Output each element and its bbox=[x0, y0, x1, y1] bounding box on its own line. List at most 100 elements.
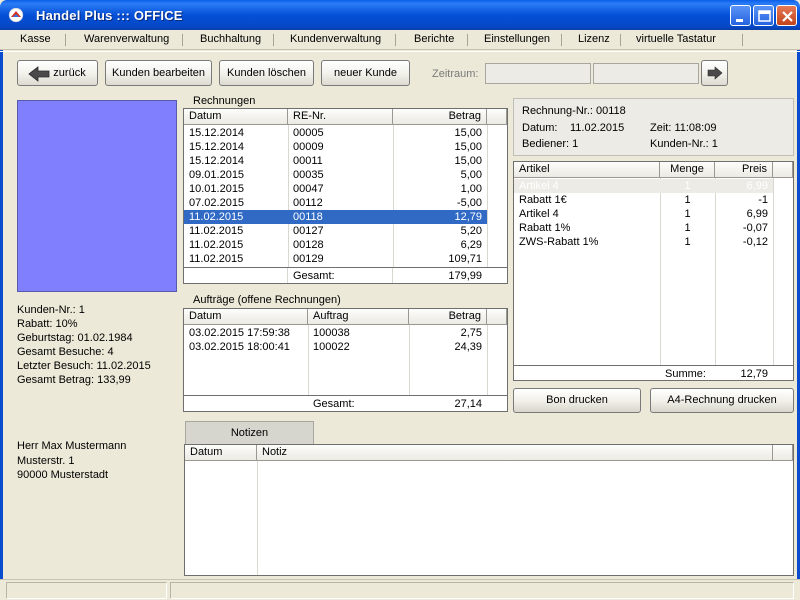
item-cell: 1 bbox=[684, 222, 691, 234]
item-cell: Rabatt 1€ bbox=[519, 194, 567, 206]
invoice-row[interactable]: 07.02.2015 00112 -5,00 bbox=[184, 196, 487, 210]
invoices-footer: Gesamt: 179,99 bbox=[184, 267, 507, 283]
invoice-row[interactable]: 11.02.2015 00129 109,71 bbox=[184, 252, 487, 266]
orders-total-label: Gesamt: bbox=[313, 398, 355, 410]
period-go-button[interactable] bbox=[701, 60, 728, 86]
invoice-cell: 00005 bbox=[293, 127, 324, 139]
menu-warenverwaltung[interactable]: Warenverwaltung bbox=[84, 33, 169, 45]
customer-number: Kunden-Nr.: 1 bbox=[17, 304, 85, 316]
order-row[interactable]: 03.02.2015 17:59:38 100038 2,75 bbox=[184, 326, 487, 340]
item-cell: -0,12 bbox=[742, 236, 768, 248]
orders-col-date[interactable]: Datum bbox=[184, 309, 308, 325]
item-cell: 1 bbox=[684, 194, 691, 206]
invoice-items-table[interactable]: Artikel Menge Preis Artikel 4 1 6,99 Rabatt… bbox=[513, 161, 794, 381]
tab-notes[interactable]: Notizen bbox=[185, 421, 314, 445]
column-divider bbox=[487, 125, 488, 283]
invoice-cell: 109,71 bbox=[448, 253, 482, 265]
item-cell: 6,99 bbox=[715, 179, 773, 193]
item-row[interactable]: Artikel 4 1 6,99 bbox=[514, 179, 773, 193]
items-header: Artikel Menge Preis bbox=[514, 162, 793, 178]
invoice-cell: 00128 bbox=[293, 239, 324, 251]
orders-table[interactable]: Datum Auftrag Betrag 03.02.2015 17:59:38… bbox=[183, 308, 508, 412]
invoice-detail-panel: Rechnung-Nr.: 00118 Datum: 11.02.2015 Ze… bbox=[513, 98, 794, 156]
invoice-cell: 15,00 bbox=[454, 127, 482, 139]
menu-buchhaltung[interactable]: Buchhaltung bbox=[200, 33, 261, 45]
column-divider bbox=[487, 325, 488, 397]
invoice-row[interactable]: 15.12.2014 00005 15,00 bbox=[184, 126, 487, 140]
invoice-time: Zeit: 11:08:09 bbox=[650, 122, 717, 134]
item-row[interactable]: Rabatt 1% 1 -0,07 bbox=[514, 221, 773, 235]
back-button[interactable]: zurück bbox=[17, 60, 98, 86]
delete-customer-button[interactable]: Kunden löschen bbox=[219, 60, 314, 86]
order-cell: 24,39 bbox=[454, 341, 482, 353]
items-col-price[interactable]: Preis bbox=[715, 162, 773, 178]
order-row[interactable]: 03.02.2015 18:00:41 100022 24,39 bbox=[184, 340, 487, 354]
orders-col-order[interactable]: Auftrag bbox=[308, 309, 409, 325]
orders-footer: Gesamt: 27,14 bbox=[184, 395, 507, 411]
print-receipt-button[interactable]: Bon drucken bbox=[513, 388, 641, 413]
invoices-total-label: Gesamt: bbox=[288, 268, 393, 283]
invoices-col-number[interactable]: RE-Nr. bbox=[288, 109, 393, 125]
period-to-field[interactable] bbox=[593, 63, 699, 84]
menu-separator bbox=[561, 34, 562, 46]
menu-separator bbox=[620, 34, 621, 46]
print-a4-invoice-button[interactable]: A4-Rechnung drucken bbox=[650, 388, 794, 413]
item-row[interactable]: Rabatt 1€ 1 -1 bbox=[514, 193, 773, 207]
notes-col-date[interactable]: Datum bbox=[185, 445, 257, 461]
menu-separator bbox=[273, 34, 274, 46]
invoice-cell: 00035 bbox=[293, 169, 324, 181]
notes-col-filler bbox=[773, 445, 793, 461]
customer-visits: Gesamt Besuche: 4 bbox=[17, 346, 114, 358]
invoice-number: Rechnung-Nr.: 00118 bbox=[522, 105, 626, 117]
invoice-cell: 10.01.2015 bbox=[189, 183, 245, 195]
item-cell: -1 bbox=[758, 194, 768, 206]
invoice-cell: 11.02.2015 bbox=[184, 210, 288, 224]
notes-table[interactable]: Datum Notiz bbox=[184, 444, 794, 576]
maximize-button[interactable] bbox=[753, 5, 774, 26]
period-from-field[interactable] bbox=[485, 63, 591, 84]
invoice-row[interactable]: 09.01.2015 00035 5,00 bbox=[184, 168, 487, 182]
menu-einstellungen[interactable]: Einstellungen bbox=[484, 33, 550, 45]
orders-col-amount[interactable]: Betrag bbox=[409, 309, 487, 325]
invoices-col-date[interactable]: Datum bbox=[184, 109, 288, 125]
close-button[interactable] bbox=[776, 5, 797, 26]
notes-col-note[interactable]: Notiz bbox=[257, 445, 773, 461]
invoice-cell: 12,79 bbox=[393, 210, 487, 224]
invoices-col-amount[interactable]: Betrag bbox=[393, 109, 487, 125]
minimize-button[interactable] bbox=[730, 5, 751, 26]
menu-kasse[interactable]: Kasse bbox=[20, 33, 51, 45]
items-sum-value: 12,79 bbox=[740, 368, 768, 380]
footer-spacer bbox=[184, 268, 288, 283]
items-col-quantity[interactable]: Menge bbox=[660, 162, 715, 178]
invoice-cell: 11.02.2015 bbox=[189, 253, 244, 265]
invoice-cell: 11.02.2015 bbox=[189, 239, 244, 251]
invoice-row[interactable]: 15.12.2014 00011 15,00 bbox=[184, 154, 487, 168]
invoice-cell: 00127 bbox=[293, 225, 324, 237]
invoices-table[interactable]: Datum RE-Nr. Betrag 15.12.2014 00005 15,00… bbox=[183, 108, 508, 284]
invoice-cell: 15.12.2014 bbox=[189, 155, 245, 167]
item-row[interactable]: Artikel 4 1 6,99 bbox=[514, 207, 773, 221]
new-customer-button[interactable]: neuer Kunde bbox=[321, 60, 410, 86]
invoice-cell: 00011 bbox=[293, 155, 323, 167]
menu-berichte[interactable]: Berichte bbox=[414, 33, 454, 45]
invoice-row[interactable]: 11.02.2015 00127 5,20 bbox=[184, 224, 487, 238]
invoice-row[interactable]: 11.02.2015 00118 12,79 bbox=[184, 210, 487, 224]
items-col-article[interactable]: Artikel bbox=[514, 162, 660, 178]
invoice-row[interactable]: 11.02.2015 00128 6,29 bbox=[184, 238, 487, 252]
invoice-row[interactable]: 10.01.2015 00047 1,00 bbox=[184, 182, 487, 196]
menu-separator bbox=[395, 34, 396, 46]
menu-lizenz[interactable]: Lizenz bbox=[578, 33, 610, 45]
customer-discount: Rabatt: 10% bbox=[17, 318, 78, 330]
menu-virtuelle-tastatur[interactable]: virtuelle Tastatur bbox=[636, 33, 716, 45]
customer-name: Herr Max Mustermann bbox=[17, 440, 127, 452]
item-row[interactable]: ZWS-Rabatt 1% 1 -0,12 bbox=[514, 235, 773, 249]
invoice-row[interactable]: 15.12.2014 00009 15,00 bbox=[184, 140, 487, 154]
order-cell: 03.02.2015 18:00:41 bbox=[189, 341, 290, 353]
notes-header: Datum Notiz bbox=[185, 445, 793, 461]
menu-bar: Kasse Warenverwaltung Buchhaltung Kunden… bbox=[0, 30, 800, 50]
column-divider bbox=[257, 461, 258, 575]
invoice-cell: 15,00 bbox=[454, 155, 482, 167]
menu-kundenverwaltung[interactable]: Kundenverwaltung bbox=[290, 33, 381, 45]
orders-col-filler bbox=[487, 309, 507, 325]
edit-customer-button[interactable]: Kunden bearbeiten bbox=[105, 60, 212, 86]
